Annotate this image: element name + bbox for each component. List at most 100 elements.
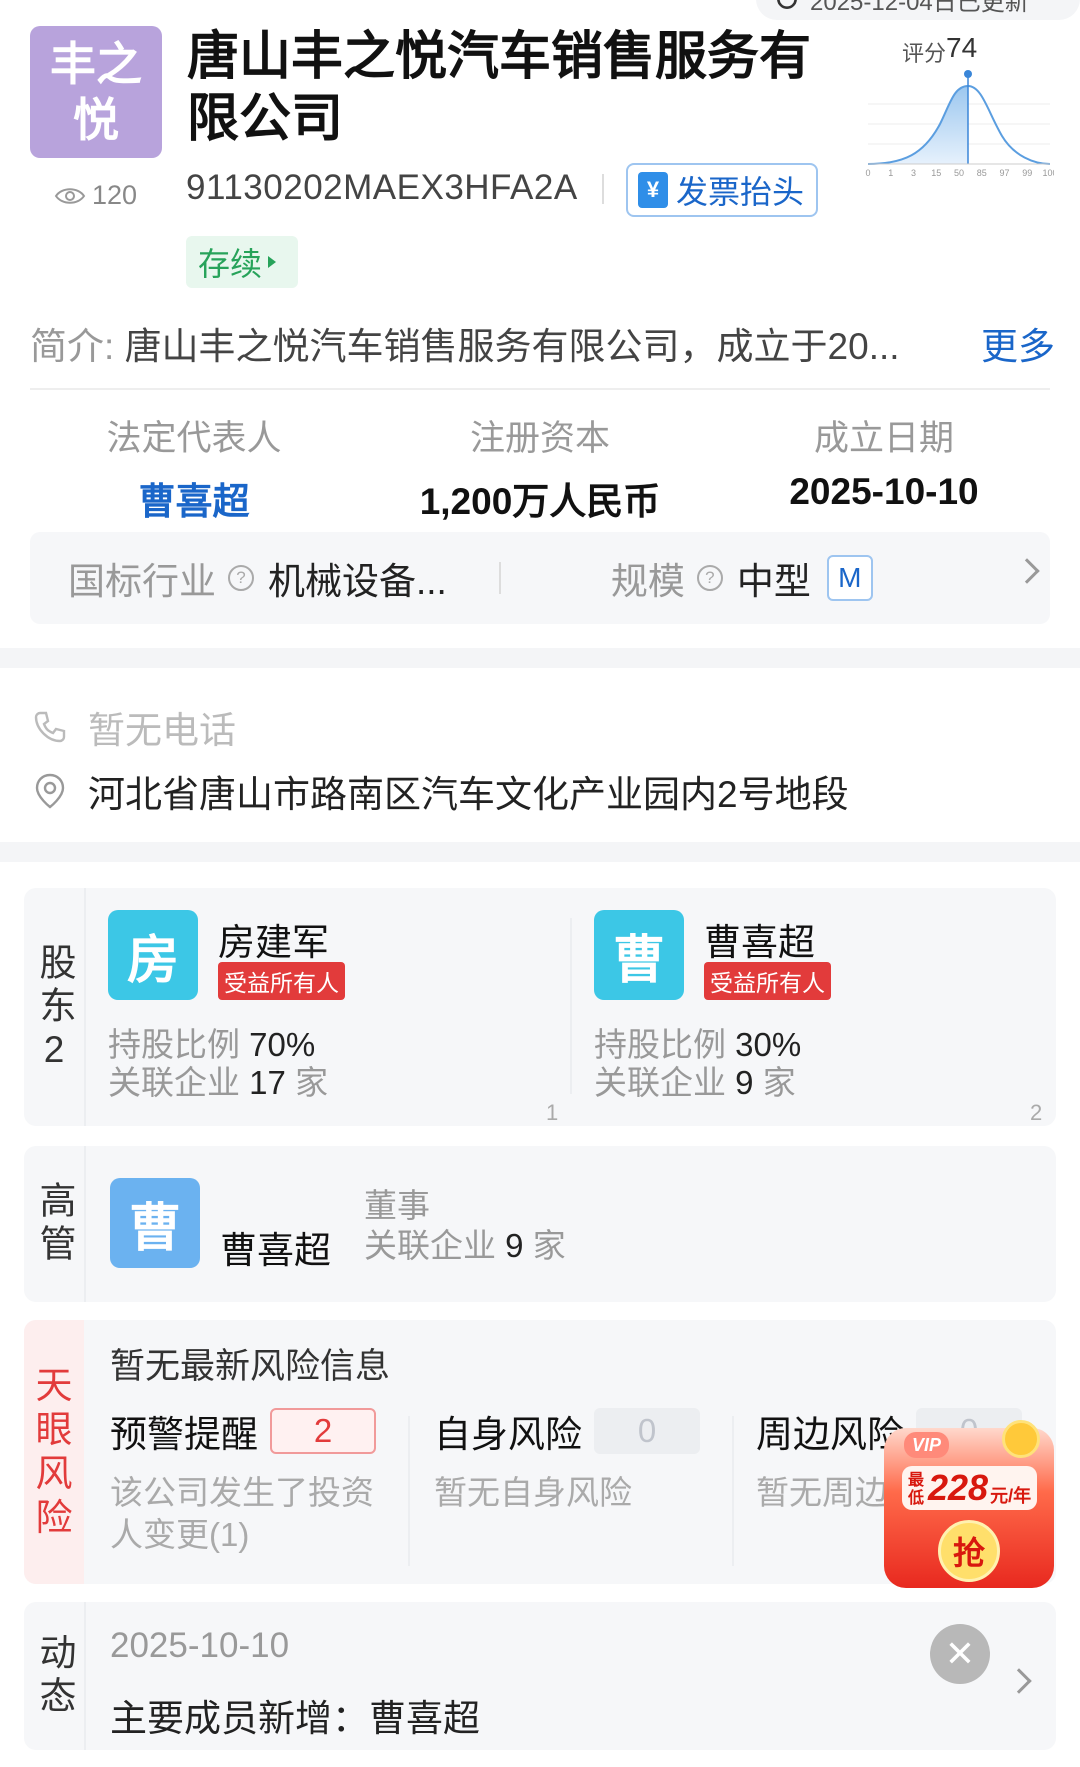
invoice-label: 发票抬头 bbox=[676, 174, 805, 210]
shareholder-item[interactable]: 曹 曹喜超 受益所有人 持股比例 30% 关联企业 9 家 2 bbox=[572, 888, 1052, 1126]
risk-label: 自身风险 bbox=[434, 1414, 582, 1455]
coin-icon bbox=[1002, 1420, 1040, 1458]
score-tick-label: 50 bbox=[954, 168, 964, 178]
score-tick-label: 97 bbox=[999, 168, 1009, 178]
founded-label: 成立日期 bbox=[813, 419, 954, 458]
industry-label: 国标行业 bbox=[68, 561, 216, 602]
score-tick-label: 1 bbox=[888, 168, 893, 178]
score-value: 74 bbox=[946, 32, 978, 63]
address-text: 河北省唐山市路南区汽车文化产业园内2号地段 bbox=[88, 774, 849, 815]
status-text: 存续 bbox=[198, 246, 263, 282]
dynamics-text: 主要成员新增：曹喜超 bbox=[110, 1698, 480, 1739]
avatar: 房 bbox=[108, 910, 198, 1000]
shareholder-item[interactable]: 房 房建军 受益所有人 持股比例 70% 关联企业 17 家 1 bbox=[86, 888, 566, 1126]
risk-count-badge: 2 bbox=[270, 1408, 376, 1454]
item-index: 2 bbox=[1030, 1100, 1043, 1125]
divider bbox=[498, 562, 501, 594]
divider bbox=[30, 388, 1050, 390]
intro-label: 简介: bbox=[30, 326, 115, 367]
risk-title: 暂无最新风险信息 bbox=[110, 1347, 391, 1386]
dynamics-date: 2025-10-10 bbox=[110, 1626, 290, 1665]
legal-rep-label: 法定代表人 bbox=[106, 419, 282, 458]
promo-price: 最低 228 元/年 bbox=[902, 1466, 1038, 1510]
divider bbox=[408, 1416, 410, 1566]
view-count: 120 bbox=[54, 180, 137, 211]
risk-desc: 该公司发生了投资人变更(1) bbox=[110, 1474, 374, 1553]
intro-more-link[interactable]: 更多 bbox=[977, 316, 1055, 370]
avatar: 曹 bbox=[110, 1178, 200, 1268]
chevron-right-icon bbox=[1014, 558, 1040, 584]
status-badge[interactable]: 存续 bbox=[186, 236, 298, 288]
caret-right-icon bbox=[268, 256, 277, 268]
view-count-value: 120 bbox=[92, 180, 138, 210]
refresh-icon bbox=[777, 0, 797, 9]
risk-side-label: 天眼风险 bbox=[24, 1320, 84, 1584]
score-tick-label: 15 bbox=[931, 168, 941, 178]
close-icon[interactable]: ✕ bbox=[930, 1624, 990, 1684]
legal-rep-block: 法定代表人 曹喜超 bbox=[24, 410, 364, 525]
beneficial-owner-tag: 受益所有人 bbox=[704, 962, 831, 1000]
score-distribution-chart: 0 1 3 15 50 85 97 99 100 bbox=[865, 70, 1054, 178]
intro-text: 唐山丰之悦汽车销售服务有限公司，成立于20... bbox=[124, 326, 900, 367]
update-status-pill[interactable]: 2025-12-04日已更新 bbox=[756, 0, 1080, 20]
company-name: 唐山丰之悦汽车销售服务有限公司 bbox=[187, 28, 812, 148]
shareholders-card[interactable]: 股东 2 房 房建军 受益所有人 持股比例 70% 关联企业 17 家 1 曹 … bbox=[24, 888, 1056, 1126]
address-row[interactable]: 河北省唐山市路南区汽车文化产业园内2号地段 bbox=[30, 764, 1030, 818]
invoice-icon: ¥ bbox=[638, 172, 668, 208]
shareholder-name[interactable]: 曹喜超 bbox=[704, 912, 815, 966]
divider bbox=[602, 174, 604, 204]
dynamics-side-label: 动态 bbox=[24, 1602, 86, 1750]
vip-promo-float[interactable]: VIP 最低 228 元/年 抢 bbox=[884, 1420, 1054, 1588]
chevron-right-icon bbox=[1006, 1668, 1032, 1694]
score-tick-label: 0 bbox=[865, 168, 870, 178]
phone-row[interactable]: 暂无电话 bbox=[30, 700, 1030, 754]
eye-icon bbox=[54, 187, 86, 204]
related-companies: 关联企业 9 家 bbox=[594, 1064, 796, 1101]
divider bbox=[732, 1416, 734, 1566]
score-tick-label: 100 bbox=[1042, 168, 1054, 178]
size-label: 规模 bbox=[610, 561, 685, 602]
risk-label: 预警提醒 bbox=[110, 1414, 258, 1455]
invoice-header-button[interactable]: ¥ 发票抬头 bbox=[626, 163, 818, 217]
size-tag: M bbox=[826, 555, 873, 601]
avatar: 曹 bbox=[594, 910, 684, 1000]
grab-button[interactable]: 抢 bbox=[938, 1520, 1000, 1582]
shareholders-count: 2 bbox=[43, 1029, 65, 1070]
item-index: 1 bbox=[546, 1100, 559, 1125]
dynamics-card[interactable]: 动态 2025-10-10 主要成员新增：曹喜超 bbox=[24, 1602, 1056, 1750]
location-pin-icon bbox=[35, 773, 65, 809]
phone-text: 暂无电话 bbox=[88, 710, 236, 751]
risk-label: 周边风险 bbox=[756, 1414, 904, 1455]
phone-icon bbox=[34, 711, 66, 743]
beneficial-owner-tag: 受益所有人 bbox=[218, 962, 345, 1000]
industry-size-bar[interactable]: 国标行业 ? 机械设备... 规模 ? 中型 M bbox=[30, 532, 1050, 624]
capital-label: 注册资本 bbox=[469, 419, 610, 458]
executive-role: 董事 关联企业 9 家 bbox=[364, 1187, 566, 1264]
help-icon[interactable]: ? bbox=[228, 565, 254, 591]
company-logo: 丰之悦 bbox=[30, 26, 162, 158]
score-widget[interactable]: 评分 74 0131550859799100 bbox=[864, 32, 1054, 178]
founded-value: 2025-10-10 bbox=[789, 471, 979, 512]
help-icon[interactable]: ? bbox=[696, 565, 723, 591]
related-companies: 关联企业 17 家 bbox=[108, 1064, 329, 1101]
executives-card[interactable]: 高管 曹 曹喜超 董事 关联企业 9 家 bbox=[24, 1146, 1056, 1302]
update-text: 2025-12-04日已更新 bbox=[810, 0, 1029, 16]
risk-item-warning[interactable]: 预警提醒 2 该公司发生了投资人变更(1) bbox=[110, 1404, 410, 1556]
score-tick-label: 85 bbox=[977, 168, 987, 178]
shareholder-name[interactable]: 房建军 bbox=[218, 912, 329, 966]
risk-item-self[interactable]: 自身风险 0 暂无自身风险 bbox=[434, 1404, 734, 1514]
credit-code[interactable]: 91130202MAEX3HFA2A bbox=[186, 168, 578, 208]
capital-block: 注册资本 1,200万人民币 bbox=[370, 410, 710, 525]
score-tick-label: 99 bbox=[1022, 168, 1032, 178]
company-intro[interactable]: 简介: 唐山丰之悦汽车销售服务有限公司，成立于20... 更多 bbox=[30, 316, 1055, 370]
risk-count-badge: 0 bbox=[594, 1408, 700, 1454]
executive-name[interactable]: 曹喜超 bbox=[220, 1220, 331, 1274]
capital-value: 1,200万人民币 bbox=[419, 481, 661, 522]
legal-rep-link[interactable]: 曹喜超 bbox=[24, 471, 364, 525]
industry-value: 机械设备... bbox=[268, 561, 447, 602]
section-gap bbox=[0, 648, 1080, 668]
vip-badge: VIP bbox=[904, 1432, 950, 1458]
section-gap bbox=[0, 842, 1080, 862]
size-value: 中型 bbox=[736, 561, 811, 602]
shareholders-side-label: 股东 2 bbox=[24, 888, 86, 1126]
